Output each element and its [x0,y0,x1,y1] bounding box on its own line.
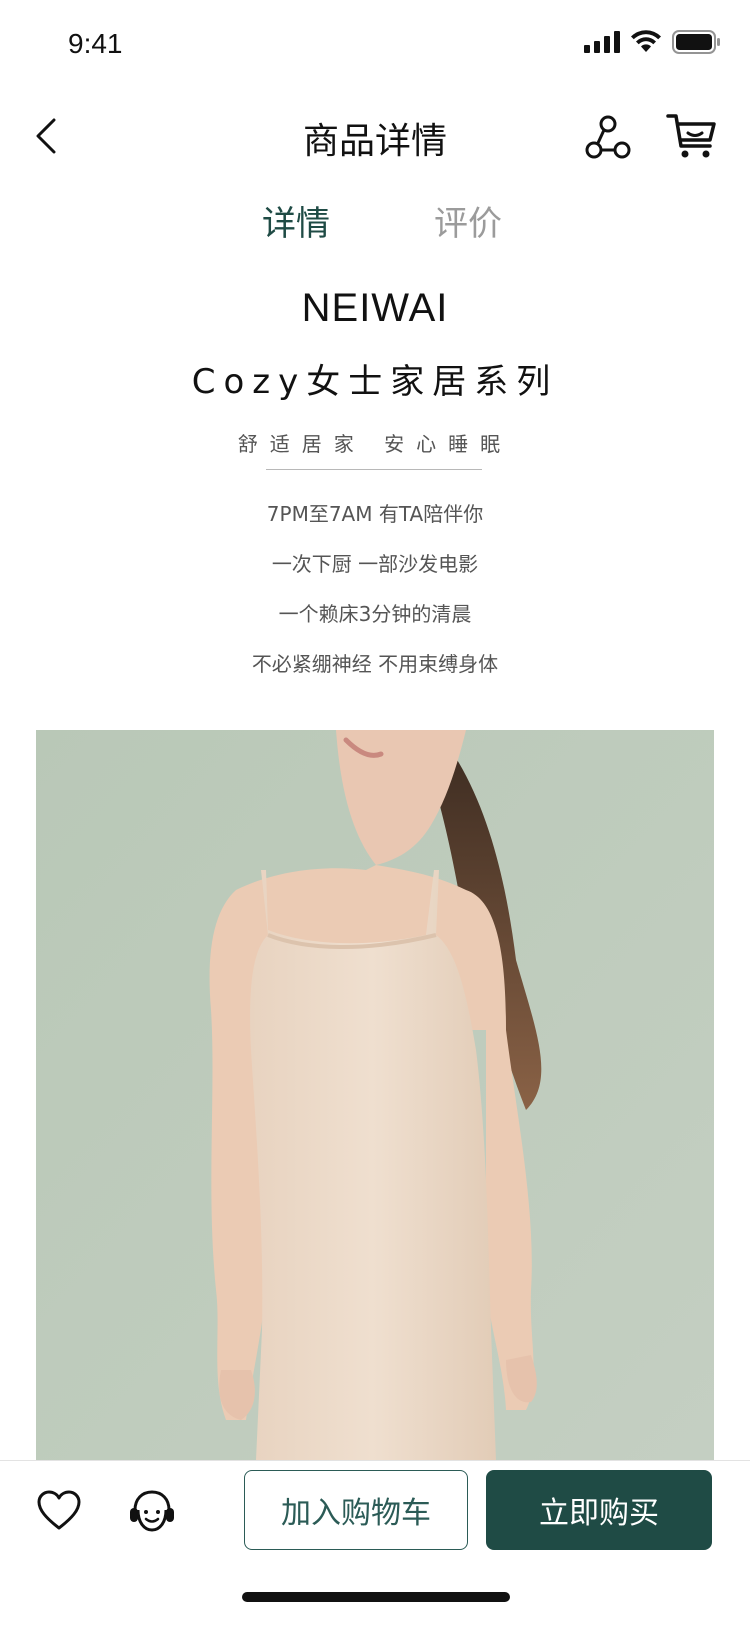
description-line: 一次下厨 一部沙发电影 [271,552,479,576]
brand-name: NEIWAI [301,286,449,330]
page-title: 商品详情 [302,121,447,162]
battery-icon [672,30,720,54]
tab-review[interactable]: 评价 [434,196,502,245]
customer-service-button[interactable] [126,1486,178,1538]
customer-service-icon [130,1490,174,1532]
series-title: Cozy女士家居系列 [191,362,559,402]
description-line: 7PM至7AM 有TA陪伴你 [266,502,484,526]
tab-detail[interactable]: 详情 [262,196,330,245]
favorite-button[interactable] [36,1488,82,1534]
product-image[interactable] [36,730,714,1460]
home-indicator [242,1592,510,1602]
description-line: 一个赖床3分钟的清晨 [278,602,472,626]
share-button[interactable] [584,112,632,164]
signal-icon [584,31,620,53]
cart-button[interactable] [664,108,720,164]
add-to-cart-button[interactable]: 加入购物车 [244,1470,468,1550]
wifi-icon [631,30,661,52]
buy-now-button[interactable]: 立即购买 [486,1470,712,1550]
product-photo [36,730,714,1460]
status-time: 9:41 [68,28,123,59]
description-line: 不必紧绷神经 不用束缚身体 [251,652,499,676]
slogan: 舒适居家 安心睡眠 [237,432,513,456]
share-icon [585,115,631,159]
cart-icon [666,114,716,158]
heart-icon [37,1490,81,1530]
status-icons [584,30,720,54]
divider [266,469,482,470]
